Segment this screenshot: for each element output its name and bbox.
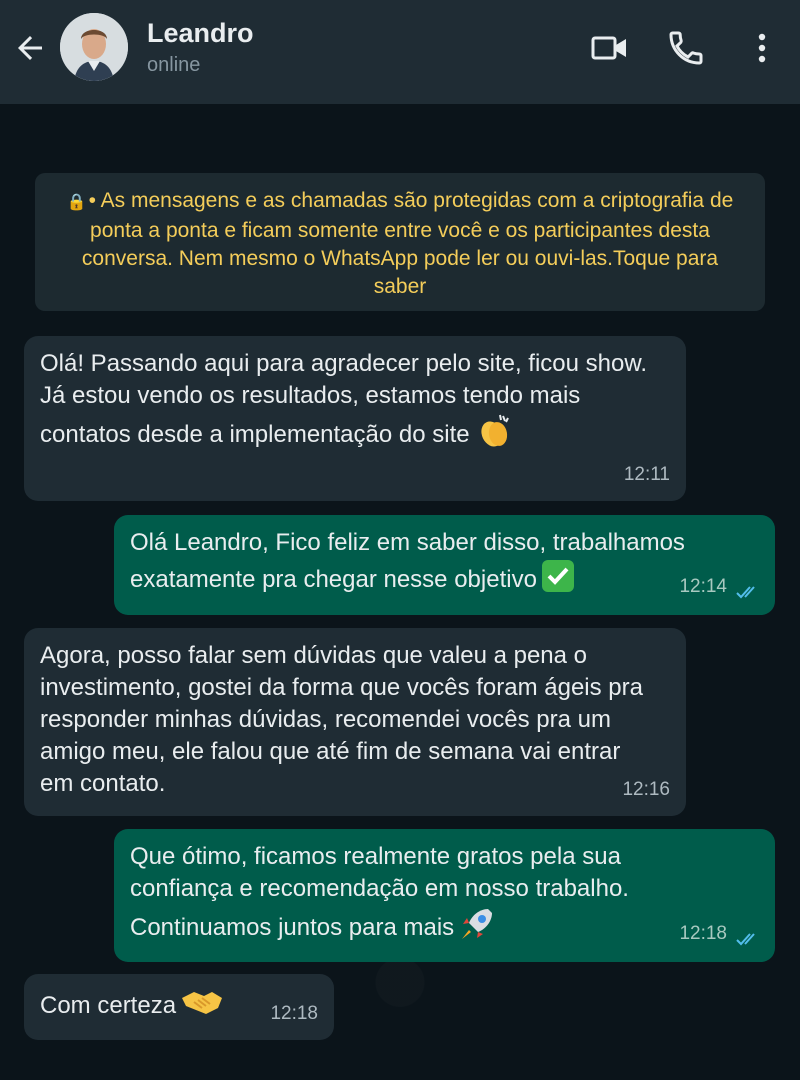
message-time: 12:16 <box>622 779 670 800</box>
clapping-hands-emoji-icon <box>474 412 514 459</box>
voice-call-icon[interactable] <box>666 28 706 68</box>
message-time: 12:14 <box>679 576 727 597</box>
message-bubble-incoming[interactable]: Com certeza 12:18 <box>24 974 334 1040</box>
encryption-notice-text: • As mensagens e as chamadas são protegi… <box>81 189 734 298</box>
chat-header: Leandro online <box>0 0 800 104</box>
more-options-icon[interactable] <box>742 28 782 68</box>
message-text: Olá Leandro, Fico feliz em saber disso, … <box>130 527 759 602</box>
message-time: 12:11 <box>623 464 670 485</box>
message-bubble-incoming[interactable]: Agora, posso falar sem dúvidas que valeu… <box>24 628 686 816</box>
video-call-icon[interactable] <box>590 28 630 68</box>
message-text: Que ótimo, ficamos realmente gratos pela… <box>130 841 720 952</box>
message-text: Olá! Passando aqui para agradecer pelo s… <box>40 348 670 459</box>
check-mark-button-emoji-icon <box>541 559 575 602</box>
handshake-emoji-icon <box>180 986 224 1027</box>
contact-name[interactable]: Leandro <box>147 18 254 49</box>
back-arrow-icon[interactable] <box>12 30 48 66</box>
read-receipt-icon <box>736 586 755 599</box>
message-bubble-incoming[interactable]: Olá! Passando aqui para agradecer pelo s… <box>24 336 686 501</box>
message-bubble-outgoing[interactable]: Olá Leandro, Fico feliz em saber disso, … <box>114 515 775 615</box>
message-text: Agora, posso falar sem dúvidas que valeu… <box>40 642 643 797</box>
lock-icon: 🔒 <box>66 194 87 211</box>
message-bubble-outgoing[interactable]: Que ótimo, ficamos realmente gratos pela… <box>114 829 775 962</box>
encryption-notice[interactable]: 🔒• As mensagens e as chamadas são proteg… <box>35 173 765 311</box>
avatar-photo-icon <box>60 13 128 81</box>
read-receipt-icon <box>736 933 755 946</box>
message-time: 12:18 <box>679 923 727 944</box>
message-time: 12:18 <box>270 1003 318 1024</box>
avatar[interactable] <box>60 13 128 81</box>
contact-status: online <box>147 54 201 76</box>
rocket-emoji-icon <box>458 905 496 952</box>
